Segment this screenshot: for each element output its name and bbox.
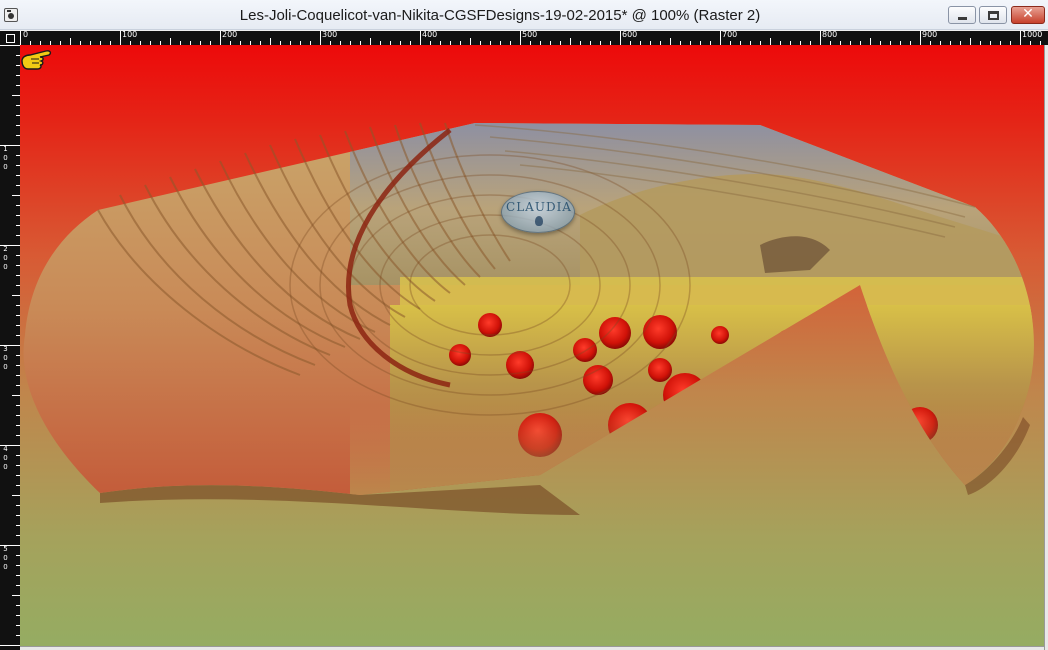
ruler-tick — [12, 295, 20, 296]
ruler-tick — [12, 495, 20, 496]
ruler-label: 4 — [3, 445, 8, 453]
canvas-border-bottom — [20, 646, 1044, 650]
ruler-tick — [0, 445, 20, 446]
ruler-label: 0 — [3, 563, 8, 571]
ruler-tick — [570, 38, 571, 45]
ruler-tick — [170, 38, 171, 45]
ruler-tick — [0, 645, 20, 646]
ruler-label: 400 — [422, 31, 438, 39]
ruler-tick — [0, 545, 20, 546]
watermark-figure — [535, 216, 543, 226]
ruler-label: 1 — [3, 145, 8, 153]
ruler-tick — [620, 31, 621, 45]
ruler-tick — [520, 31, 521, 45]
ruler-label: 200 — [222, 31, 238, 39]
artwork — [23, 122, 1034, 515]
ruler-label: 3 — [3, 345, 8, 353]
ruler-label: 0 — [3, 554, 8, 562]
ruler-label: 0 — [3, 254, 8, 262]
ruler-tick — [12, 595, 20, 596]
minimize-icon — [958, 17, 967, 20]
ruler-tick — [870, 38, 871, 45]
ruler-tick — [220, 31, 221, 45]
window-title: Les-Joli-Coquelicot-van-Nikita-CGSFDesig… — [239, 7, 761, 24]
ruler-tick — [0, 45, 20, 46]
ruler-tick — [920, 31, 921, 45]
ruler-label: 0 — [3, 454, 8, 462]
ruler-tick — [670, 38, 671, 45]
ruler-tick — [0, 245, 20, 246]
watermark-text: CLAUDIA — [506, 200, 572, 214]
ruler-label: 0 — [23, 31, 29, 39]
ruler-tick — [720, 31, 721, 45]
ruler-tick — [320, 31, 321, 45]
ruler-tick — [770, 38, 771, 45]
ruler-tick — [70, 38, 71, 45]
ruler-label: 0 — [3, 363, 8, 371]
ruler-tick — [370, 38, 371, 45]
minimize-button[interactable] — [948, 6, 976, 24]
ruler-tick — [270, 38, 271, 45]
ruler-label: 500 — [522, 31, 538, 39]
ruler-horizontal[interactable]: 0 100 200 300 400 500 600 700 800 900 10… — [20, 31, 1048, 45]
ruler-label: 900 — [922, 31, 938, 39]
ruler-label: 800 — [822, 31, 838, 39]
ruler-tick — [1020, 31, 1021, 45]
maximize-button[interactable] — [979, 6, 1007, 24]
ruler-label: 0 — [3, 463, 8, 471]
ruler-label: 300 — [322, 31, 338, 39]
ruler-label: 700 — [722, 31, 738, 39]
ruler-label: 100 — [122, 31, 138, 39]
ruler-tick — [420, 31, 421, 45]
ruler-label: 0 — [3, 354, 8, 362]
pointing-hand-icon — [21, 50, 52, 70]
ruler-label: 5 — [3, 545, 8, 553]
ruler-tick — [970, 38, 971, 45]
close-icon: ✕ — [1022, 6, 1034, 22]
ruler-corner[interactable] — [0, 31, 20, 45]
ruler-tick — [20, 31, 21, 45]
maximize-icon — [988, 11, 999, 20]
ruler-vertical[interactable]: 1 0 0 2 0 0 3 0 0 4 0 0 5 0 0 — [0, 45, 20, 650]
ruler-tick — [0, 145, 20, 146]
title-bar[interactable]: Les-Joli-Coquelicot-van-Nikita-CGSFDesig… — [0, 0, 1048, 30]
ruler-tick — [120, 31, 121, 45]
ruler-tick — [820, 31, 821, 45]
close-button[interactable]: ✕ — [1011, 6, 1045, 24]
ruler-label: 600 — [622, 31, 638, 39]
image-canvas[interactable]: CLAUDIA — [20, 45, 1044, 646]
ruler-label: 1000 — [1022, 31, 1043, 39]
watermark-logo: CLAUDIA — [501, 191, 575, 233]
ruler-tick — [470, 38, 471, 45]
ruler-label: 0 — [3, 154, 8, 162]
ruler-tick — [12, 95, 20, 96]
ruler-label: 0 — [3, 163, 8, 171]
ruler-tick — [12, 195, 20, 196]
ruler-label: 0 — [3, 263, 8, 271]
canvas-border-right — [1044, 45, 1048, 650]
ruler-tick — [12, 395, 20, 396]
ruler-tick — [0, 345, 20, 346]
ruler-label: 2 — [3, 245, 8, 253]
